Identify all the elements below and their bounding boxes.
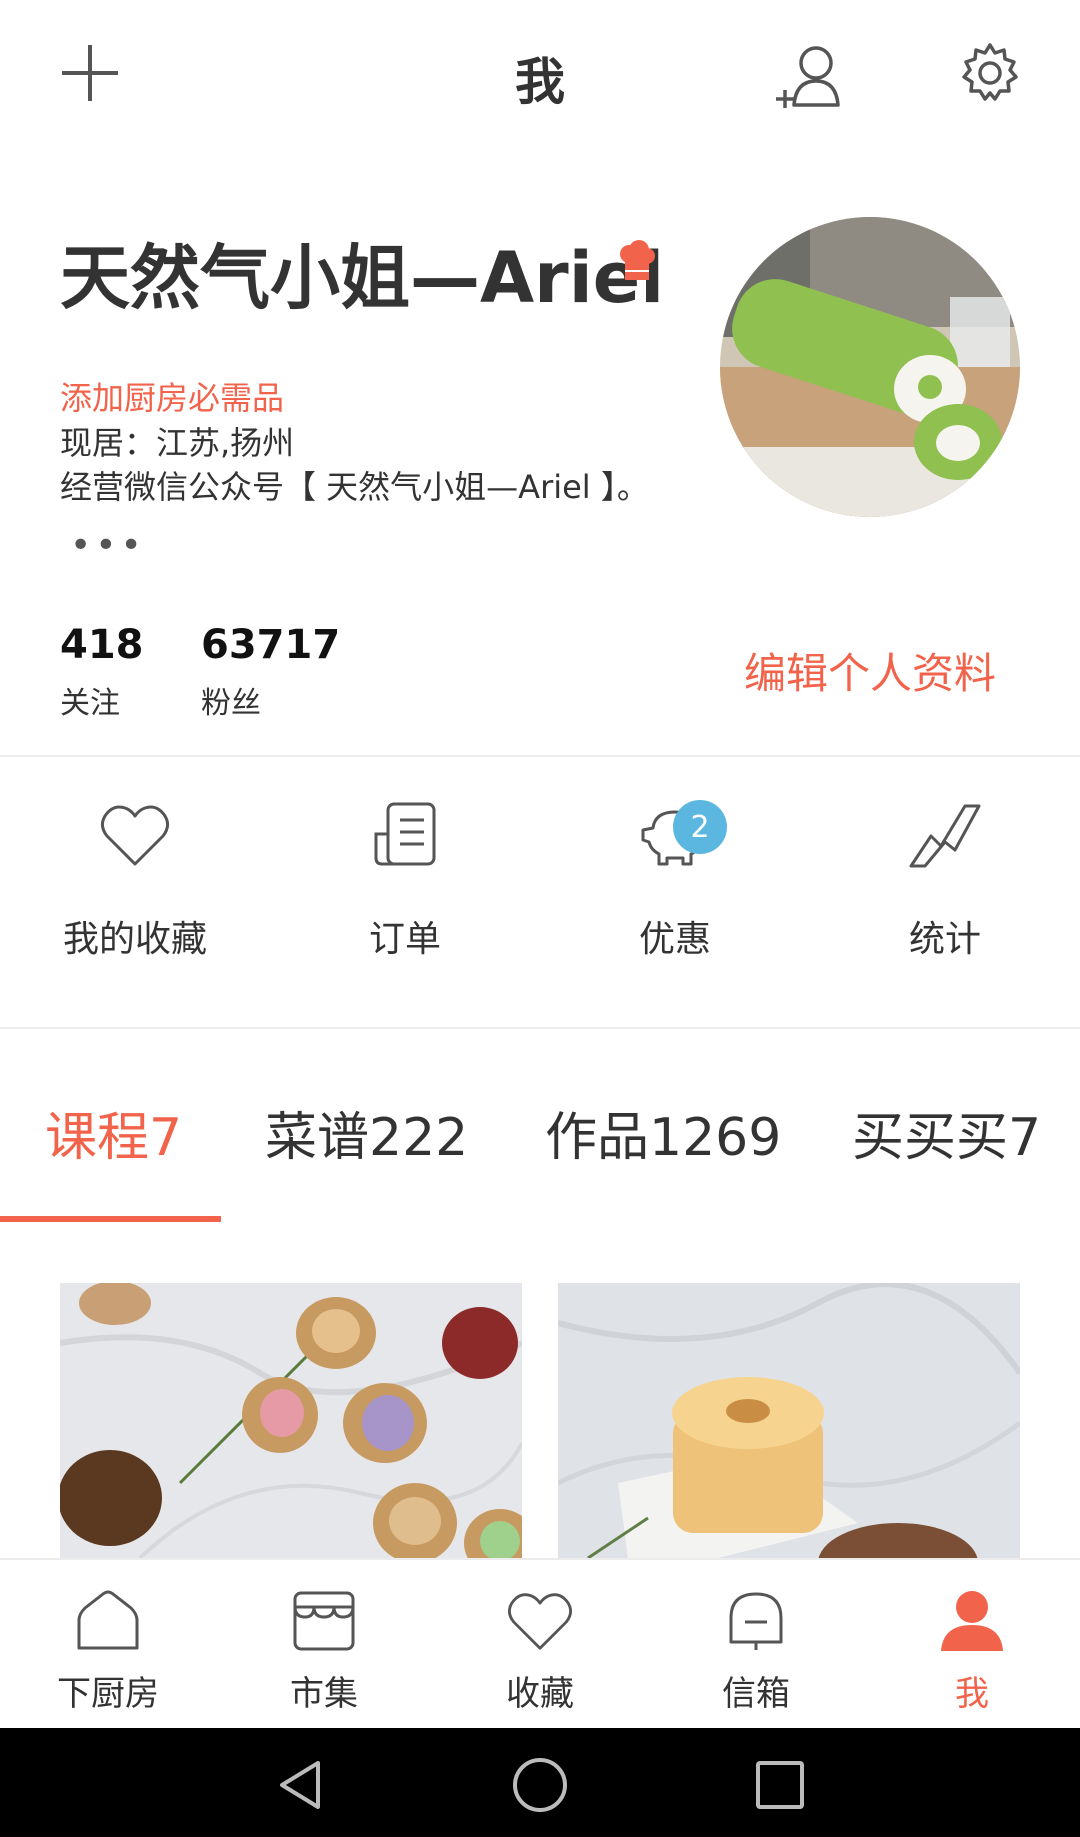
nav-inbox[interactable]: 信箱	[648, 1560, 864, 1730]
divider	[0, 1027, 1080, 1029]
back-triangle-icon	[280, 1761, 320, 1809]
statistics-button[interactable]: 统计	[810, 790, 1080, 962]
orders-button[interactable]: 订单	[270, 790, 540, 962]
bell-icon	[729, 1592, 783, 1650]
settings-button[interactable]	[955, 38, 1025, 108]
course-image	[60, 1283, 522, 1558]
fans-label[interactable]: 粉丝	[201, 678, 261, 722]
tab-courses[interactable]: 课程7	[45, 1095, 182, 1170]
person-icon	[941, 1591, 1003, 1651]
following-label[interactable]: 关注	[60, 678, 120, 722]
more-bio-button[interactable]: •••	[70, 525, 146, 566]
following-count[interactable]: 418	[60, 622, 144, 668]
nav-label: 下厨房	[57, 1674, 159, 1714]
home-circle-icon	[513, 1758, 567, 1812]
edit-profile-button[interactable]: 编辑个人资料	[744, 640, 996, 701]
add-kitchen-essentials-link[interactable]: 添加厨房必需品	[60, 373, 284, 419]
bottom-navigation: 下厨房 市集 收藏 信箱 我	[0, 1558, 1080, 1730]
nav-label: 我	[955, 1674, 989, 1714]
avatar[interactable]	[720, 217, 1020, 517]
receipt-icon	[374, 802, 436, 866]
home-button[interactable]	[505, 1750, 575, 1820]
house-icon	[77, 1590, 139, 1650]
nav-label: 市集	[290, 1674, 358, 1714]
active-tab-indicator	[0, 1216, 221, 1222]
quick-menu-label: 订单	[368, 919, 441, 960]
discount-count-badge: 2	[673, 800, 727, 854]
course-card[interactable]	[60, 1283, 522, 1558]
heart-icon	[508, 1593, 572, 1650]
trend-icon	[909, 804, 981, 868]
my-favorites-button[interactable]: 我的收藏	[0, 790, 270, 962]
profile-name: 天然气小姐—Ariel	[60, 237, 665, 319]
description-text: 经营微信公众号【 天然气小姐—Ariel 】。	[60, 468, 649, 506]
nav-market[interactable]: 市集	[216, 1560, 432, 1730]
recents-square-icon	[756, 1761, 804, 1809]
avatar-image	[720, 217, 1020, 517]
back-button[interactable]	[265, 1750, 335, 1820]
divider	[0, 755, 1080, 757]
recents-button[interactable]	[745, 1750, 815, 1820]
quick-menu-label: 我的收藏	[62, 919, 207, 960]
add-friend-button[interactable]	[772, 38, 848, 114]
quick-menu-label: 统计	[908, 919, 981, 960]
quick-menu-label: 优惠	[638, 919, 711, 960]
location-text: 现居：江苏,扬州	[60, 424, 295, 462]
top-bar: 我	[0, 0, 1080, 150]
course-image	[558, 1283, 1020, 1558]
nav-label: 信箱	[722, 1674, 790, 1714]
tab-shopping[interactable]: 买买买7	[852, 1095, 1041, 1170]
store-icon	[293, 1591, 355, 1651]
nav-label: 收藏	[506, 1674, 574, 1714]
page-title: 我	[515, 53, 565, 111]
tab-works[interactable]: 作品1269	[545, 1095, 781, 1170]
heart-icon	[100, 805, 170, 866]
nav-favorites[interactable]: 收藏	[432, 1560, 648, 1730]
course-card[interactable]	[558, 1283, 1020, 1558]
nav-me[interactable]: 我	[864, 1560, 1080, 1730]
fans-count[interactable]: 63717	[201, 622, 340, 668]
gear-icon	[962, 43, 1018, 101]
system-navigation-bar	[0, 1728, 1080, 1837]
chef-hat-icon	[617, 240, 657, 288]
add-user-icon	[776, 46, 840, 108]
tab-recipes[interactable]: 菜谱222	[265, 1095, 468, 1170]
nav-home[interactable]: 下厨房	[0, 1560, 216, 1730]
